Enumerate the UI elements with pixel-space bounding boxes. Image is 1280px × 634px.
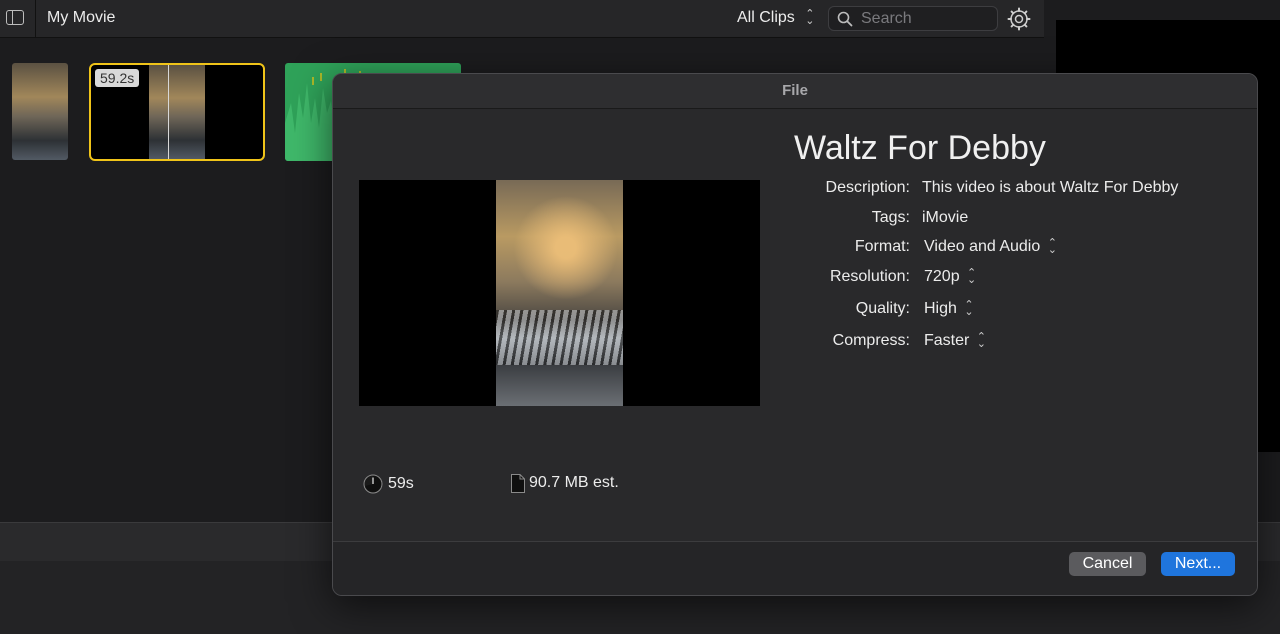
dialog-header: File bbox=[333, 74, 1257, 109]
clip-thumbnail[interactable] bbox=[12, 63, 68, 160]
search-input[interactable] bbox=[861, 10, 991, 28]
tags-field[interactable]: iMovie bbox=[922, 209, 968, 227]
format-label: Format: bbox=[854, 238, 910, 255]
chevron-updown-icon: ⌃ ⌄ bbox=[964, 298, 974, 318]
size-estimate: 90.7 MB est. bbox=[529, 474, 619, 491]
duration-value: 59s bbox=[388, 475, 414, 492]
share-file-dialog: File Waltz For Debby Description: This v… bbox=[332, 73, 1258, 596]
next-button[interactable]: Next... bbox=[1161, 552, 1235, 576]
toolbar-divider bbox=[35, 0, 36, 37]
movie-title[interactable]: Waltz For Debby bbox=[794, 129, 1046, 168]
resolution-label: Resolution: bbox=[829, 268, 910, 285]
sidebar-toggle-icon[interactable] bbox=[6, 10, 24, 25]
resolution-value: 720p bbox=[924, 268, 960, 285]
chevron-updown-icon: ⌃ ⌄ bbox=[967, 266, 977, 286]
trim-handle-right[interactable] bbox=[263, 95, 265, 129]
trim-handle-left[interactable] bbox=[89, 95, 91, 129]
description-field[interactable]: This video is about Waltz For Debby bbox=[922, 179, 1178, 197]
cancel-button[interactable]: Cancel bbox=[1069, 552, 1146, 576]
toolbar: My Movie All Clips ⌃ ⌄ bbox=[0, 0, 1044, 38]
clock-icon bbox=[363, 474, 383, 494]
skimmer-line bbox=[168, 65, 169, 159]
quality-value: High bbox=[924, 300, 957, 317]
project-title: My Movie bbox=[47, 9, 116, 26]
clip-duration-badge: 59.2s bbox=[95, 69, 140, 87]
compress-value: Faster bbox=[924, 332, 970, 349]
clips-filter-label: All Clips bbox=[737, 9, 795, 26]
preview-frame bbox=[496, 180, 623, 406]
compress-select[interactable]: Faster ⌃ ⌄ bbox=[924, 330, 987, 350]
format-select[interactable]: Video and Audio ⌃ ⌄ bbox=[924, 236, 1057, 256]
chevron-updown-icon: ⌃ ⌄ bbox=[805, 7, 815, 27]
clips-filter-select[interactable]: All Clips ⌃ ⌄ bbox=[737, 7, 815, 27]
quality-select[interactable]: High ⌃ ⌄ bbox=[924, 298, 974, 318]
description-label: Description: bbox=[825, 179, 910, 196]
search-field[interactable] bbox=[828, 6, 998, 31]
clip-frame bbox=[149, 65, 205, 159]
selected-clip[interactable]: 59.2s bbox=[89, 63, 265, 161]
format-value: Video and Audio bbox=[924, 238, 1041, 255]
compress-label: Compress: bbox=[832, 332, 910, 349]
viewer-panel bbox=[1044, 0, 1280, 20]
dialog-footer: Cancel Next... bbox=[333, 541, 1257, 595]
quality-label: Quality: bbox=[855, 300, 910, 317]
chevron-updown-icon: ⌃ ⌄ bbox=[1047, 236, 1057, 256]
gear-icon[interactable] bbox=[1007, 7, 1031, 31]
chevron-updown-icon: ⌃ ⌄ bbox=[976, 330, 987, 350]
search-icon bbox=[837, 11, 853, 27]
video-preview bbox=[359, 180, 760, 406]
tags-label: Tags: bbox=[871, 209, 910, 226]
dialog-title: File bbox=[782, 82, 808, 99]
preview-keyboard bbox=[496, 310, 623, 365]
resolution-select[interactable]: 720p ⌃ ⌄ bbox=[924, 266, 977, 286]
document-icon bbox=[511, 474, 525, 493]
